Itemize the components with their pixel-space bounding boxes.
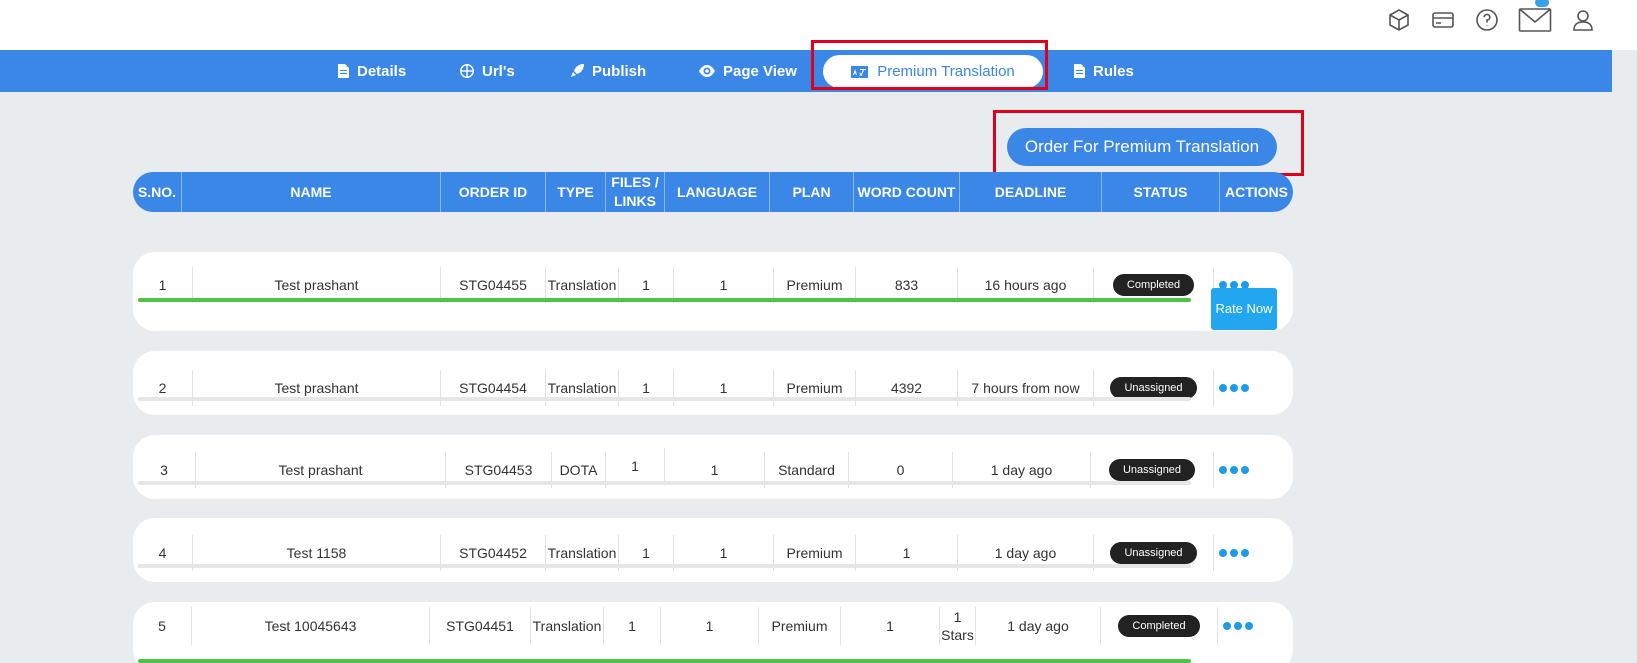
globe-icon (460, 64, 474, 78)
tab-urls-label: Url's (482, 62, 515, 80)
rocket-icon (571, 64, 584, 77)
header-word-count: WORD COUNT (854, 172, 960, 212)
cell-type: Translation (531, 607, 604, 645)
help-icon[interactable] (1473, 6, 1501, 34)
header-name: NAME (182, 172, 441, 212)
status-badge: Completed (1118, 615, 1200, 637)
progress-bar (138, 298, 1191, 302)
mail-badge (1535, 0, 1549, 7)
more-actions-icon[interactable] (1219, 466, 1249, 474)
rating-unit: Stars (941, 627, 974, 643)
cell-actions (1214, 535, 1293, 571)
cell-rating: 1 Stars (940, 607, 976, 645)
cell-files: 1 (604, 607, 661, 645)
top-bar (0, 0, 1637, 50)
cell-language: 1 (661, 607, 759, 645)
more-actions-icon[interactable] (1223, 622, 1253, 630)
more-actions-icon[interactable] (1219, 384, 1249, 392)
header-language: LANGUAGE (665, 172, 770, 212)
rating-value: 1 (953, 609, 962, 625)
credit-card-icon[interactable] (1429, 6, 1457, 34)
table-header: S.NO. NAME ORDER ID TYPE FILES / LINKS LA… (133, 172, 1293, 212)
header-type: TYPE (546, 172, 606, 212)
table-row: 4 Test 1158 STG04452 Translation 1 1 Pre… (133, 518, 1293, 582)
header-deadline: DEADLINE (960, 172, 1102, 212)
cell-status: Completed (1101, 607, 1218, 645)
header-files-links: FILES / LINKS (606, 172, 665, 212)
progress-bar (138, 564, 1191, 568)
table-row: 5 Test 10045643 STG04451 Translation 1 1… (133, 602, 1293, 663)
cell-actions (1214, 370, 1293, 406)
header-status: STATUS (1102, 172, 1220, 212)
progress-bar (138, 481, 1191, 485)
eye-icon (699, 65, 715, 77)
cell-order-id: STG04451 (430, 607, 531, 645)
mail-icon[interactable] (1517, 0, 1553, 34)
translate-icon (851, 65, 869, 78)
tab-details[interactable]: Details (337, 50, 406, 92)
status-badge: Completed (1112, 274, 1195, 296)
progress-fill (138, 298, 1191, 302)
progress-fill (138, 659, 1191, 663)
tab-rules-label: Rules (1093, 62, 1134, 80)
rate-now-button[interactable]: Rate Now (1211, 288, 1277, 330)
progress-bar (138, 397, 1191, 401)
status-badge: Unassigned (1110, 377, 1197, 399)
status-badge: Unassigned (1108, 459, 1196, 481)
table-row: 3 Test prashant STG04453 DOTA 1 1 Standa… (133, 435, 1293, 499)
header-sno: S.NO. (133, 172, 182, 212)
cell-files: 1 (606, 448, 665, 484)
table-row: 2 Test prashant STG04454 Translation 1 1… (133, 351, 1293, 415)
status-badge: Unassigned (1110, 542, 1197, 564)
top-icons (1385, 0, 1597, 34)
tab-rules[interactable]: Rules (1073, 50, 1134, 92)
tab-publish-label: Publish (592, 62, 647, 80)
cell-actions (1218, 607, 1293, 645)
more-actions-icon[interactable] (1219, 549, 1249, 557)
header-actions: ACTIONS (1225, 183, 1288, 200)
cell-deadline: 1 day ago (976, 607, 1101, 645)
progress-bar (138, 659, 1191, 663)
tab-details-label: Details (357, 62, 407, 80)
cell-name: Test 10045643 (192, 607, 430, 645)
tab-publish[interactable]: Publish (570, 50, 646, 92)
box-icon[interactable] (1385, 6, 1413, 34)
order-premium-translation-button[interactable]: Order For Premium Translation (1007, 128, 1277, 166)
cell-word-count: 1 (841, 607, 940, 645)
file-icon (338, 64, 349, 78)
cell-plan: Premium (759, 607, 841, 645)
tab-bar: Details Url's Publish Page View Premium … (0, 50, 1612, 92)
header-plan: PLAN (770, 172, 854, 212)
cell-actions (1214, 452, 1293, 488)
header-order-id: ORDER ID (441, 172, 546, 212)
header-files-line1: FILES / (611, 174, 659, 190)
cell-sno: 5 (133, 607, 192, 645)
tab-premium-translation[interactable]: Premium Translation (823, 55, 1043, 88)
header-files-line2: LINKS (613, 193, 656, 209)
table-row: 1 Test prashant STG04455 Translation 1 1… (133, 252, 1293, 331)
tab-page-view[interactable]: Page View (699, 50, 797, 92)
tab-page-view-label: Page View (723, 62, 797, 80)
tab-premium-translation-label: Premium Translation (877, 63, 1015, 80)
file-icon (1074, 64, 1085, 78)
tab-urls[interactable]: Url's (460, 50, 515, 92)
user-icon[interactable] (1569, 6, 1597, 34)
